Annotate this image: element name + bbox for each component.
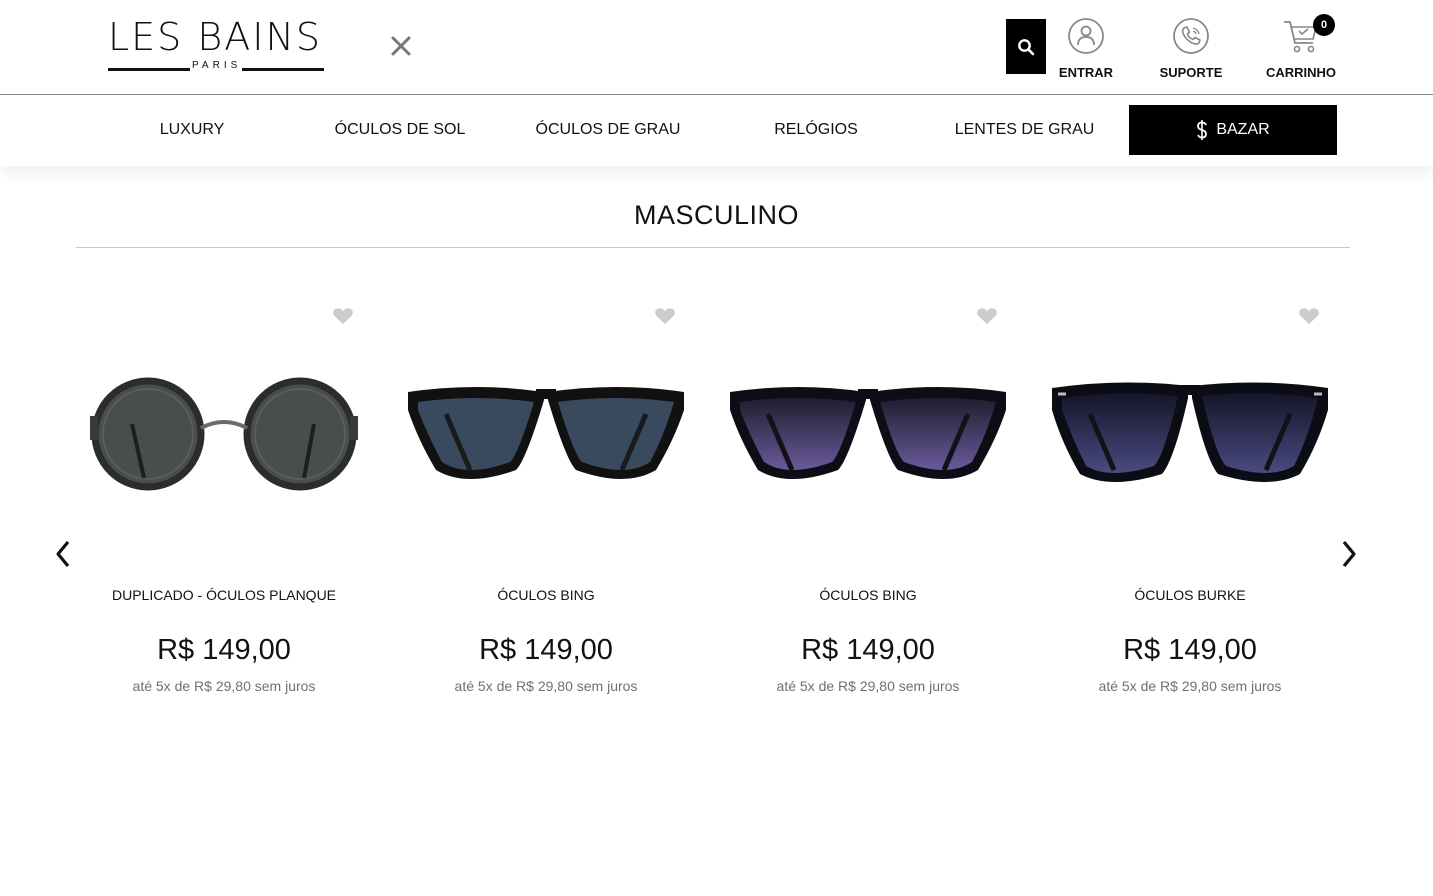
product-name[interactable]: DUPLICADO - ÓCULOS PLANQUE — [74, 587, 374, 603]
main-nav: LUXURY ÓCULOS DE SOL ÓCULOS DE GRAU RELÓ… — [0, 96, 1433, 166]
cart-count-badge: 0 — [1313, 14, 1335, 36]
product-installments: até 5x de R$ 29,80 sem juros — [132, 678, 316, 694]
heart-icon[interactable] — [332, 307, 354, 325]
nav-item-oculos-de-sol[interactable]: ÓCULOS DE SOL — [296, 105, 504, 155]
section-divider — [76, 247, 1350, 248]
user-icon — [1068, 18, 1104, 54]
product-installments: até 5x de R$ 29,80 sem juros — [1098, 678, 1282, 694]
product-image[interactable] — [406, 370, 686, 500]
brand-logo[interactable]: LES BAINS PARIS — [108, 18, 324, 74]
nav-item-label: ÓCULOS DE SOL — [334, 121, 466, 138]
product-card[interactable]: ÓCULOS BING R$ 149,00 até 5x de R$ 29,80… — [718, 300, 1018, 710]
login-label: ENTRAR — [1058, 65, 1114, 80]
brand-sub: PARIS — [192, 60, 242, 71]
nav-item-label: BAZAR — [1216, 121, 1270, 138]
dollar-icon — [1197, 120, 1208, 140]
phone-icon — [1173, 18, 1209, 54]
support-label: SUPORTE — [1159, 65, 1223, 80]
nav-item-oculos-de-grau[interactable]: ÓCULOS DE GRAU — [504, 105, 712, 155]
product-price: R$ 149,00 — [801, 634, 935, 666]
logo-rule-left — [108, 68, 190, 71]
cart-label: CARRINHO — [1265, 65, 1337, 80]
heart-icon[interactable] — [654, 307, 676, 325]
support-button[interactable]: SUPORTE — [1146, 17, 1236, 80]
search-button[interactable] — [1006, 19, 1046, 74]
nav-item-label: ÓCULOS DE GRAU — [535, 121, 681, 138]
search-icon — [1018, 38, 1035, 55]
product-name[interactable]: ÓCULOS BURKE — [1040, 587, 1340, 603]
chevron-right-icon — [1342, 540, 1356, 568]
product-card[interactable]: ÓCULOS BURKE R$ 149,00 até 5x de R$ 29,8… — [1040, 300, 1340, 710]
product-price: R$ 149,00 — [479, 634, 613, 666]
product-card[interactable]: DUPLICADO - ÓCULOS PLANQUE R$ 149,00 até… — [74, 300, 374, 710]
product-image[interactable] — [1050, 370, 1330, 500]
product-installments: até 5x de R$ 29,80 sem juros — [776, 678, 960, 694]
product-name[interactable]: ÓCULOS BING — [718, 587, 1018, 603]
product-image[interactable] — [728, 370, 1008, 500]
nav-item-bazar[interactable]: BAZAR — [1129, 105, 1337, 155]
close-icon[interactable] — [388, 33, 414, 59]
product-image[interactable] — [84, 370, 364, 500]
site-header: LES BAINS PARIS ENTRAR SUPORTE 0 CARRINH… — [0, 0, 1433, 95]
nav-item-label: LUXURY — [159, 121, 225, 138]
section-title: MASCULINO — [633, 200, 800, 230]
logo-rule-right — [242, 68, 324, 71]
heart-icon[interactable] — [1298, 307, 1320, 325]
product-price: R$ 149,00 — [157, 634, 291, 666]
product-installments: até 5x de R$ 29,80 sem juros — [454, 678, 638, 694]
brand-subline: PARIS — [108, 60, 324, 74]
product-name[interactable]: ÓCULOS BING — [396, 587, 696, 603]
nav-item-lentes-de-grau[interactable]: LENTES DE GRAU — [920, 105, 1129, 155]
nav-item-label: RELÓGIOS — [774, 121, 858, 138]
chevron-left-icon — [56, 540, 70, 568]
nav-item-label: LENTES DE GRAU — [954, 121, 1095, 138]
brand-name: LES BAINS — [108, 15, 323, 59]
cart-button[interactable]: 0 CARRINHO — [1256, 14, 1346, 80]
nav-item-relogios[interactable]: RELÓGIOS — [712, 105, 920, 155]
product-price: R$ 149,00 — [1123, 634, 1257, 666]
nav-item-luxury[interactable]: LUXURY — [88, 105, 296, 155]
product-card[interactable]: ÓCULOS BING R$ 149,00 até 5x de R$ 29,80… — [396, 300, 696, 710]
login-button[interactable]: ENTRAR — [1041, 17, 1131, 80]
heart-icon[interactable] — [976, 307, 998, 325]
